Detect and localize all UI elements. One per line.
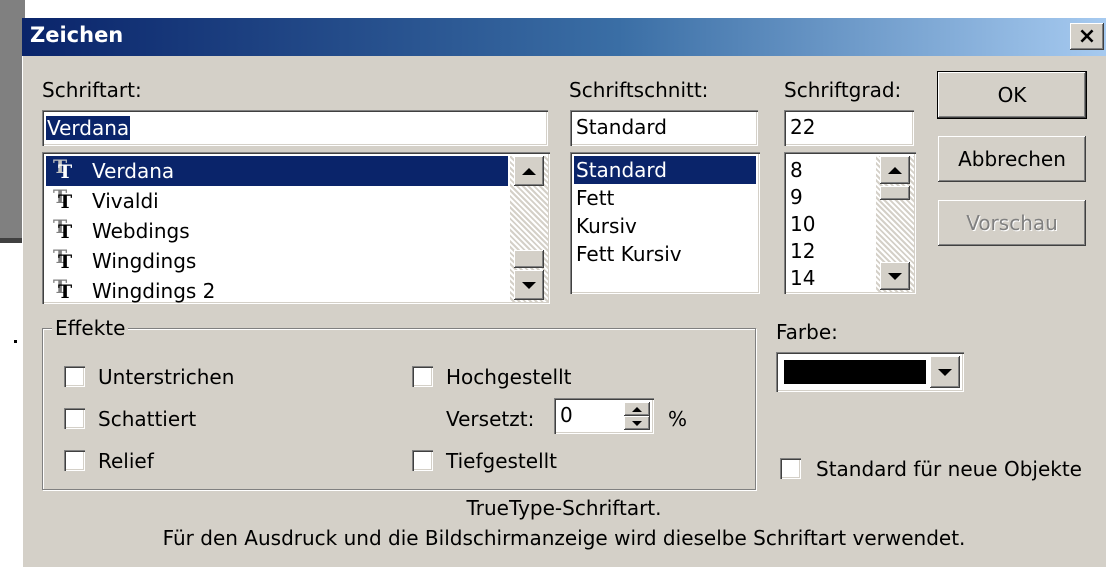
color-dropdown-button[interactable] bbox=[930, 356, 960, 388]
font-list-item-label: Webdings bbox=[92, 219, 190, 243]
style-input[interactable]: Standard bbox=[570, 110, 758, 146]
offset-value: 0 bbox=[560, 403, 573, 427]
close-icon: × bbox=[1077, 23, 1097, 49]
color-dropdown[interactable] bbox=[776, 352, 964, 392]
font-list-item-label: Verdana bbox=[92, 159, 175, 183]
style-input-value: Standard bbox=[576, 115, 667, 139]
arrow-down-icon bbox=[888, 272, 902, 280]
superscript-checkbox[interactable] bbox=[412, 366, 433, 387]
preview-button[interactable]: Vorschau bbox=[938, 200, 1086, 246]
relief-checkbox[interactable] bbox=[64, 450, 85, 471]
size-list-item-label: 8 bbox=[790, 157, 803, 182]
arrow-down-icon bbox=[632, 420, 642, 426]
font-list-item[interactable]: T T Wingdings bbox=[46, 246, 508, 276]
ok-button[interactable]: OK bbox=[937, 71, 1087, 119]
truetype-font-icon: TT bbox=[53, 156, 73, 183]
style-list-item[interactable]: Standard bbox=[574, 156, 756, 184]
style-list-item-label: Fett bbox=[576, 186, 615, 210]
arrow-up-icon bbox=[888, 166, 902, 174]
shadow-label: Schattiert bbox=[98, 407, 197, 431]
truetype-font-icon: TT bbox=[53, 186, 73, 213]
font-list-item[interactable]: T T Webdings bbox=[46, 216, 508, 246]
font-list-item-label: Wingdings 2 bbox=[92, 279, 216, 303]
offset-input[interactable]: 0 bbox=[554, 398, 654, 434]
font-list-item[interactable]: T T Vivaldi bbox=[46, 186, 508, 216]
arrow-up-icon bbox=[522, 167, 536, 175]
title-bar: Zeichen × bbox=[22, 18, 1106, 56]
font-list-item-label: Vivaldi bbox=[92, 189, 159, 213]
size-list-item-label: 9 bbox=[790, 184, 803, 209]
offset-decrement-button[interactable] bbox=[624, 416, 650, 430]
style-list[interactable]: Standard Fett Kursiv Fett Kursiv bbox=[570, 152, 760, 294]
scroll-down-button[interactable] bbox=[514, 270, 544, 300]
font-usage-description: Für den Ausdruck und die Bildschirmanzei… bbox=[162, 526, 966, 550]
close-button[interactable]: × bbox=[1070, 23, 1104, 50]
font-type-description: TrueType-Schriftart. bbox=[466, 496, 662, 520]
scroll-up-button[interactable] bbox=[514, 156, 544, 186]
size-label: Schriftgrad: bbox=[784, 78, 902, 102]
size-list[interactable]: 8 9 10 12 14 bbox=[784, 152, 916, 294]
ok-button-label: OK bbox=[997, 83, 1027, 107]
style-list-item-label: Fett Kursiv bbox=[576, 242, 682, 266]
font-label: Schriftart: bbox=[42, 78, 142, 102]
size-list-item-label: 12 bbox=[790, 238, 816, 263]
size-list-item-label: 10 bbox=[790, 211, 816, 236]
font-input[interactable]: Verdana bbox=[42, 110, 548, 146]
font-input-value: Verdana bbox=[46, 116, 131, 140]
underline-label: Unterstrichen bbox=[98, 365, 235, 389]
superscript-label: Hochgestellt bbox=[446, 365, 572, 389]
default-for-new-objects-checkbox[interactable] bbox=[780, 458, 801, 479]
truetype-font-icon: TT bbox=[53, 216, 73, 243]
font-list[interactable]: T T Verdana T T Vivaldi T T Webdings T T Wingdings T… bbox=[42, 152, 550, 304]
size-list-item[interactable]: 8 bbox=[788, 156, 876, 183]
style-label: Schriftschnitt: bbox=[569, 78, 709, 102]
subscript-label: Tiefgestellt bbox=[446, 449, 558, 473]
size-list-item[interactable]: 14 bbox=[788, 264, 876, 291]
size-list-item-label: 14 bbox=[790, 265, 816, 290]
size-input-value: 22 bbox=[790, 115, 816, 139]
font-list-item-label: Wingdings bbox=[92, 249, 197, 273]
background-dot bbox=[14, 340, 17, 343]
offset-increment-button[interactable] bbox=[624, 402, 650, 416]
size-scroll-down-button[interactable] bbox=[880, 262, 910, 290]
font-list-item[interactable]: T T Verdana bbox=[46, 156, 508, 186]
truetype-font-icon: TT bbox=[53, 246, 73, 273]
chevron-down-icon bbox=[938, 368, 952, 376]
size-list-item[interactable]: 12 bbox=[788, 237, 876, 264]
style-list-item-label: Standard bbox=[576, 158, 667, 182]
size-scroll-thumb[interactable] bbox=[880, 186, 910, 200]
style-list-item-label: Kursiv bbox=[576, 214, 637, 238]
shadow-checkbox[interactable] bbox=[64, 408, 85, 429]
size-list-item[interactable]: 9 bbox=[788, 183, 876, 210]
size-input[interactable]: 22 bbox=[784, 110, 914, 146]
font-dialog: Zeichen × Schriftart: Verdana T T Verdana T… bbox=[22, 18, 1106, 567]
size-list-item[interactable]: 10 bbox=[788, 210, 876, 237]
style-list-item[interactable]: Kursiv bbox=[574, 212, 756, 240]
dialog-title: Zeichen bbox=[30, 23, 124, 47]
default-for-new-objects-label: Standard für neue Objekte bbox=[816, 457, 1082, 481]
arrow-down-icon bbox=[522, 281, 536, 289]
relief-label: Relief bbox=[98, 449, 154, 473]
style-list-item[interactable]: Fett Kursiv bbox=[574, 240, 756, 268]
effects-legend: Effekte bbox=[52, 316, 129, 340]
style-list-item[interactable]: Fett bbox=[574, 184, 756, 212]
preview-button-label: Vorschau bbox=[966, 211, 1058, 235]
size-scroll-up-button[interactable] bbox=[880, 156, 910, 184]
truetype-font-icon: TT bbox=[53, 276, 73, 303]
underline-checkbox[interactable] bbox=[64, 366, 85, 387]
cancel-button[interactable]: Abbrechen bbox=[938, 136, 1086, 182]
color-label: Farbe: bbox=[776, 320, 838, 344]
arrow-up-icon bbox=[632, 406, 642, 412]
offset-unit: % bbox=[668, 407, 688, 431]
color-swatch bbox=[784, 360, 926, 384]
font-list-item[interactable]: T T Wingdings 2 bbox=[46, 276, 508, 306]
offset-label: Versetzt: bbox=[446, 407, 535, 431]
scroll-thumb[interactable] bbox=[514, 250, 544, 268]
subscript-checkbox[interactable] bbox=[412, 450, 433, 471]
cancel-button-label: Abbrechen bbox=[958, 147, 1066, 171]
